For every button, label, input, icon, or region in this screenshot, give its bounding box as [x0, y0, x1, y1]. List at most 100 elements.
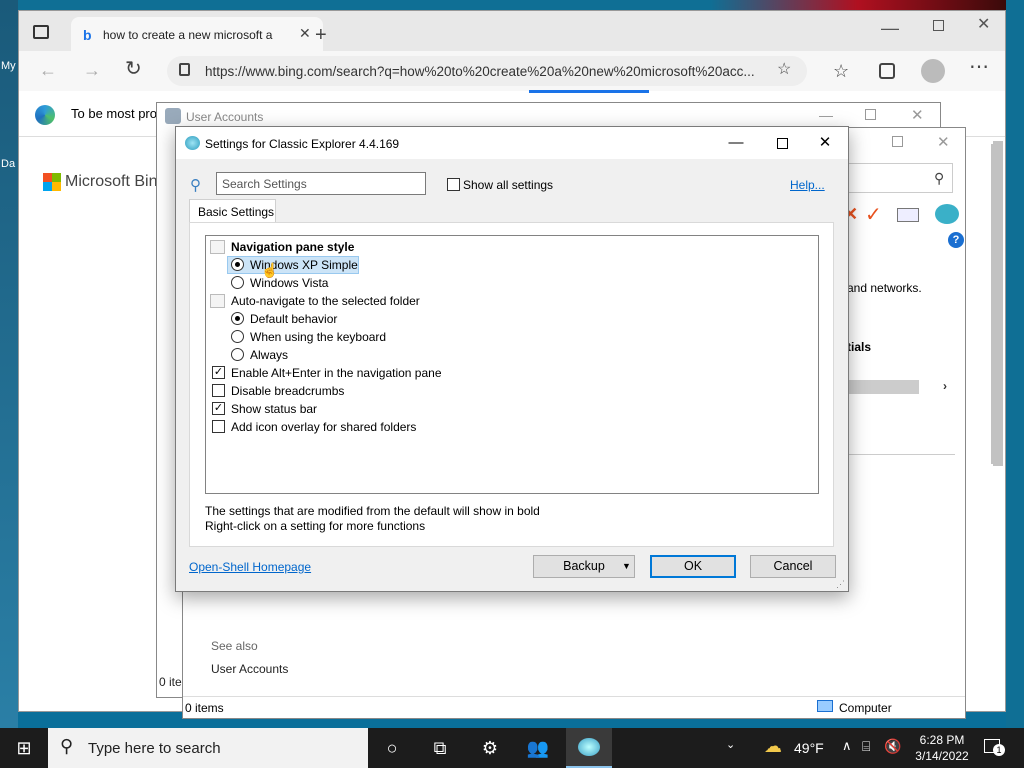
setting-row[interactable]: Windows Vista [210, 274, 810, 292]
cortana-icon[interactable]: ○ [372, 736, 412, 760]
ua-shell-icon[interactable] [935, 204, 959, 224]
ua2-close-icon[interactable]: ✕ [937, 133, 950, 151]
dialog-title: Settings for Classic Explorer 4.4.169 [205, 137, 400, 151]
collections-icon[interactable] [879, 63, 895, 79]
ua-close-icon[interactable]: ✕ [911, 106, 924, 124]
backup-button[interactable]: Backup ▼ [533, 555, 635, 578]
infobar-text: To be most pro [71, 106, 157, 121]
setting-row[interactable]: ✓ Show status bar [210, 400, 810, 418]
ua-credentials-text: tials [847, 340, 872, 354]
open-shell-homepage-link[interactable]: Open-Shell Homepage [189, 560, 311, 574]
ua2-maximize-icon[interactable] [892, 136, 903, 147]
ok-button[interactable]: OK [650, 555, 736, 578]
more-menu-icon[interactable]: ⋯ [969, 57, 989, 77]
ua-chevron-right-icon[interactable]: › [943, 379, 947, 393]
ua-check-icon[interactable]: ✓ [865, 202, 882, 227]
dialog-close-icon[interactable]: ✕ [802, 127, 848, 159]
setting-row[interactable]: Default behavior [210, 310, 810, 328]
browser-tab-bar: b how to create a new microsoft a ✕ + — … [19, 11, 1005, 51]
radio-button[interactable] [231, 258, 244, 271]
setting-label: Disable breadcrumbs [231, 384, 345, 398]
bing-favicon-icon: b [83, 27, 92, 43]
add-favorite-icon[interactable]: ☆ [777, 62, 791, 78]
settings-panel: Navigation pane style Windows XP Simple … [189, 222, 834, 547]
dialog-minimize-icon[interactable]: — [713, 127, 759, 159]
user-accounts-icon [165, 108, 181, 124]
resize-grip-icon[interactable]: ⋰ [836, 579, 845, 590]
minimize-icon[interactable]: — [881, 19, 899, 37]
lock-icon[interactable] [179, 63, 190, 76]
setting-row[interactable]: Navigation pane style [210, 238, 810, 256]
search-placeholder: Search Settings [222, 177, 307, 191]
tray-chevron-icon[interactable]: ∧ [842, 738, 852, 754]
setting-row[interactable]: Windows XP Simple [210, 256, 810, 274]
user-accounts-title: User Accounts [186, 110, 264, 124]
desktop-icon-label-my[interactable]: My [1, 60, 16, 72]
settings-tree[interactable]: Navigation pane style Windows XP Simple … [205, 235, 819, 494]
weather-temp[interactable]: 49°F [794, 740, 824, 756]
clock-date[interactable]: 3/14/2022 [912, 749, 972, 763]
network-icon[interactable]: ⌸ [862, 738, 870, 755]
taskbar-search-box[interactable]: ⚲ Type here to search [48, 728, 368, 768]
radio-button[interactable] [231, 312, 244, 325]
show-hidden-icons[interactable]: ⌄ [726, 738, 735, 751]
ua-status-computer: Computer [839, 701, 892, 715]
checkbox[interactable] [212, 384, 225, 397]
windows-start-icon[interactable]: ⊞ [4, 736, 44, 760]
checkbox[interactable]: ✓ [212, 366, 225, 379]
ua-help-icon[interactable]: ? [948, 232, 964, 248]
ua-envelope-icon[interactable] [897, 208, 919, 222]
ua-search-box[interactable]: ⚲ [843, 163, 953, 193]
ua-vscroll[interactable] [991, 144, 1001, 464]
setting-row[interactable]: Always [210, 346, 810, 364]
maximize-icon[interactable] [933, 20, 944, 31]
tab-close-icon[interactable]: ✕ [299, 26, 311, 40]
dialog-maximize-icon[interactable] [759, 127, 805, 159]
back-icon[interactable]: ← [39, 61, 57, 79]
close-icon[interactable]: ✕ [977, 17, 990, 33]
task-view-icon[interactable]: ⧉ [420, 736, 460, 760]
ua-hscroll-thumb[interactable] [847, 380, 919, 394]
profile-avatar[interactable] [921, 59, 945, 83]
forward-icon[interactable]: → [83, 61, 101, 79]
checkbox[interactable] [212, 420, 225, 433]
address-bar[interactable]: https://www.bing.com/search?q=how%20to%2… [167, 56, 807, 86]
radio-button[interactable] [231, 348, 244, 361]
show-all-settings-label[interactable]: Show all settings [463, 178, 553, 192]
user-accounts-taskbar-icon[interactable]: 👥 [518, 736, 558, 760]
bing-logo-text[interactable]: Microsoft Bing [65, 173, 166, 191]
setting-row[interactable]: Add icon overlay for shared folders [210, 418, 810, 436]
show-all-settings-checkbox[interactable] [447, 178, 460, 191]
radio-button[interactable] [231, 330, 244, 343]
notification-count: 1 [993, 744, 1005, 756]
tab-basic-settings[interactable]: Basic Settings [189, 199, 276, 223]
cancel-button[interactable]: Cancel [750, 555, 836, 578]
see-also-user-accounts-link[interactable]: User Accounts [211, 662, 288, 676]
classic-explorer-taskbar-button[interactable] [566, 728, 612, 768]
ua-maximize-icon[interactable] [865, 109, 876, 120]
favorites-icon[interactable]: ☆ [833, 62, 849, 80]
browser-tab[interactable]: b how to create a new microsoft a ✕ [71, 17, 323, 51]
ua-search-icon[interactable]: ⚲ [934, 170, 944, 187]
radio-button[interactable] [231, 276, 244, 289]
notifications-icon[interactable]: 1 [984, 739, 1005, 756]
search-settings-input[interactable]: Search Settings [216, 172, 426, 195]
classic-explorer-shell-icon [185, 136, 200, 150]
clock-time[interactable]: 6:28 PM [914, 733, 970, 747]
tab-title: how to create a new microsoft a [103, 28, 273, 42]
help-link[interactable]: Help... [790, 178, 825, 192]
checkbox[interactable]: ✓ [212, 402, 225, 415]
new-tab-icon[interactable]: + [315, 25, 327, 45]
settings-gear-icon[interactable]: ⚙ [470, 736, 510, 760]
refresh-icon[interactable]: ↻ [125, 59, 142, 79]
setting-row[interactable]: When using the keyboard [210, 328, 810, 346]
setting-row[interactable]: ✓ Enable Alt+Enter in the navigation pan… [210, 364, 810, 382]
weather-icon[interactable]: ☁ [764, 736, 782, 757]
setting-row[interactable]: Auto-navigate to the selected folder [210, 292, 810, 310]
setting-row[interactable]: Disable breadcrumbs [210, 382, 810, 400]
tab-actions-icon[interactable] [33, 25, 49, 39]
dropdown-arrow-icon[interactable]: ▼ [622, 556, 631, 577]
desktop-icon-label-da[interactable]: Da [1, 158, 15, 170]
ua-minimize-icon[interactable]: — [819, 107, 833, 123]
volume-muted-icon[interactable]: 🔇 [884, 738, 901, 755]
